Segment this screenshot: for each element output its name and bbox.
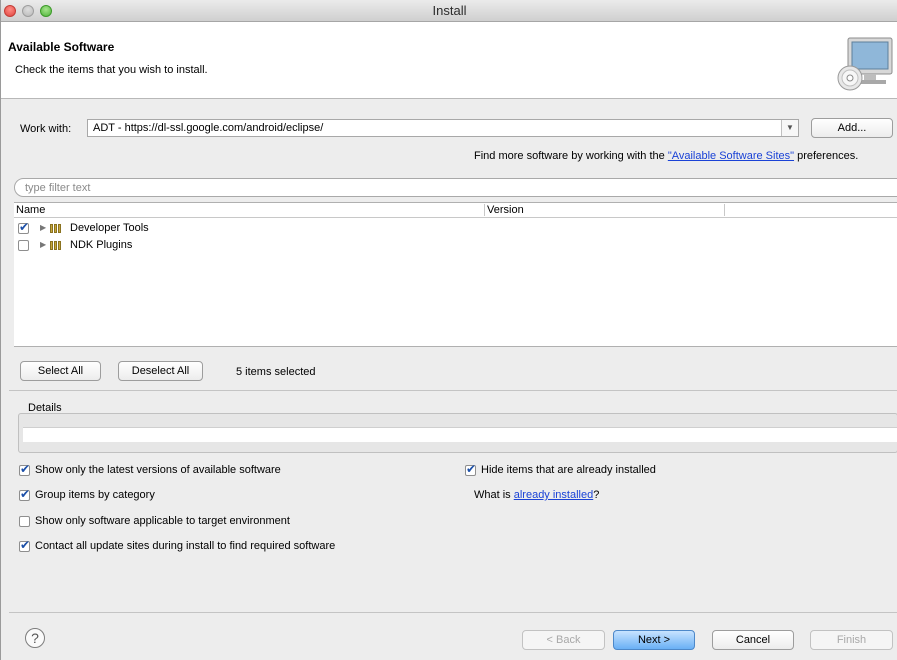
back-button[interactable]: < Back — [522, 630, 605, 650]
group-by-category-checkbox[interactable] — [19, 487, 30, 501]
what-is-suffix: ? — [593, 489, 600, 501]
package-icon — [50, 224, 64, 233]
tree-row-label: NDK Plugins — [70, 239, 133, 251]
target-environment-label: Show only software applicable to target … — [35, 515, 290, 527]
latest-versions-checkbox[interactable] — [19, 462, 30, 476]
hide-installed-label: Hide items that are already installed — [481, 464, 656, 476]
expand-triangle-icon[interactable]: ▶ — [40, 240, 46, 249]
find-more-prefix: Find more software by working with the — [474, 150, 668, 162]
cancel-button[interactable]: Cancel — [712, 630, 794, 650]
tree-header: Name Version — [14, 203, 897, 218]
next-button[interactable]: Next > — [613, 630, 695, 650]
tree-row-checkbox[interactable] — [18, 240, 29, 251]
what-is-prefix: What is — [474, 489, 514, 501]
package-icon — [50, 241, 64, 250]
find-more-suffix: preferences. — [794, 150, 859, 162]
what-is-installed-text: What is already installed? — [474, 489, 599, 501]
finish-button[interactable]: Finish — [810, 630, 893, 650]
window-title: Install — [432, 3, 467, 18]
column-header-name[interactable]: Name — [16, 204, 45, 216]
install-window: Install Available Software Check the ite… — [0, 0, 897, 660]
tree-row-developer-tools[interactable]: ▶ Developer Tools — [14, 220, 897, 237]
tree-row-checkbox[interactable] — [18, 220, 29, 234]
deselect-all-button[interactable]: Deselect All — [118, 361, 203, 381]
contact-update-sites-label: Contact all update sites during install … — [35, 540, 336, 552]
tree-row-ndk-plugins[interactable]: ▶ NDK Plugins — [14, 237, 897, 254]
details-panel — [18, 413, 897, 453]
title-bar: Install — [1, 0, 897, 22]
add-site-button[interactable]: Add... — [811, 118, 893, 138]
footer-divider — [9, 612, 897, 613]
wizard-header: Available Software Check the items that … — [1, 22, 897, 99]
page-title: Available Software — [8, 40, 115, 54]
work-with-combo[interactable]: ADT - https://dl-ssl.google.com/android/… — [87, 119, 799, 137]
available-software-sites-link[interactable]: "Available Software Sites" — [668, 150, 794, 162]
find-more-text: Find more software by working with the "… — [474, 150, 858, 162]
filter-placeholder: type filter text — [25, 182, 91, 194]
selected-count: 5 items selected — [236, 366, 316, 378]
column-divider — [484, 204, 485, 216]
select-all-button[interactable]: Select All — [20, 361, 101, 381]
already-installed-link[interactable]: already installed — [514, 489, 594, 501]
chevron-down-icon[interactable]: ▼ — [781, 120, 798, 136]
tree-row-label: Developer Tools — [70, 222, 149, 234]
install-monitor-icon — [837, 37, 893, 91]
page-subtitle: Check the items that you wish to install… — [15, 64, 208, 76]
help-icon[interactable]: ? — [25, 628, 45, 648]
target-environment-checkbox[interactable] — [19, 516, 30, 527]
details-text-area[interactable] — [23, 427, 897, 442]
latest-versions-label: Show only the latest versions of availab… — [35, 464, 281, 476]
hide-installed-checkbox[interactable] — [465, 462, 476, 476]
work-with-label: Work with: — [20, 123, 72, 135]
section-divider — [9, 390, 897, 391]
work-with-value: ADT - https://dl-ssl.google.com/android/… — [93, 122, 324, 134]
column-header-version[interactable]: Version — [487, 204, 524, 216]
software-tree[interactable]: Name Version ▶ Developer Tools ▶ NDK Plu… — [14, 202, 897, 347]
column-divider — [724, 204, 725, 216]
group-by-category-label: Group items by category — [35, 489, 155, 501]
expand-triangle-icon[interactable]: ▶ — [40, 223, 46, 232]
contact-update-sites-checkbox[interactable] — [19, 538, 30, 552]
filter-input[interactable]: type filter text — [14, 178, 897, 197]
